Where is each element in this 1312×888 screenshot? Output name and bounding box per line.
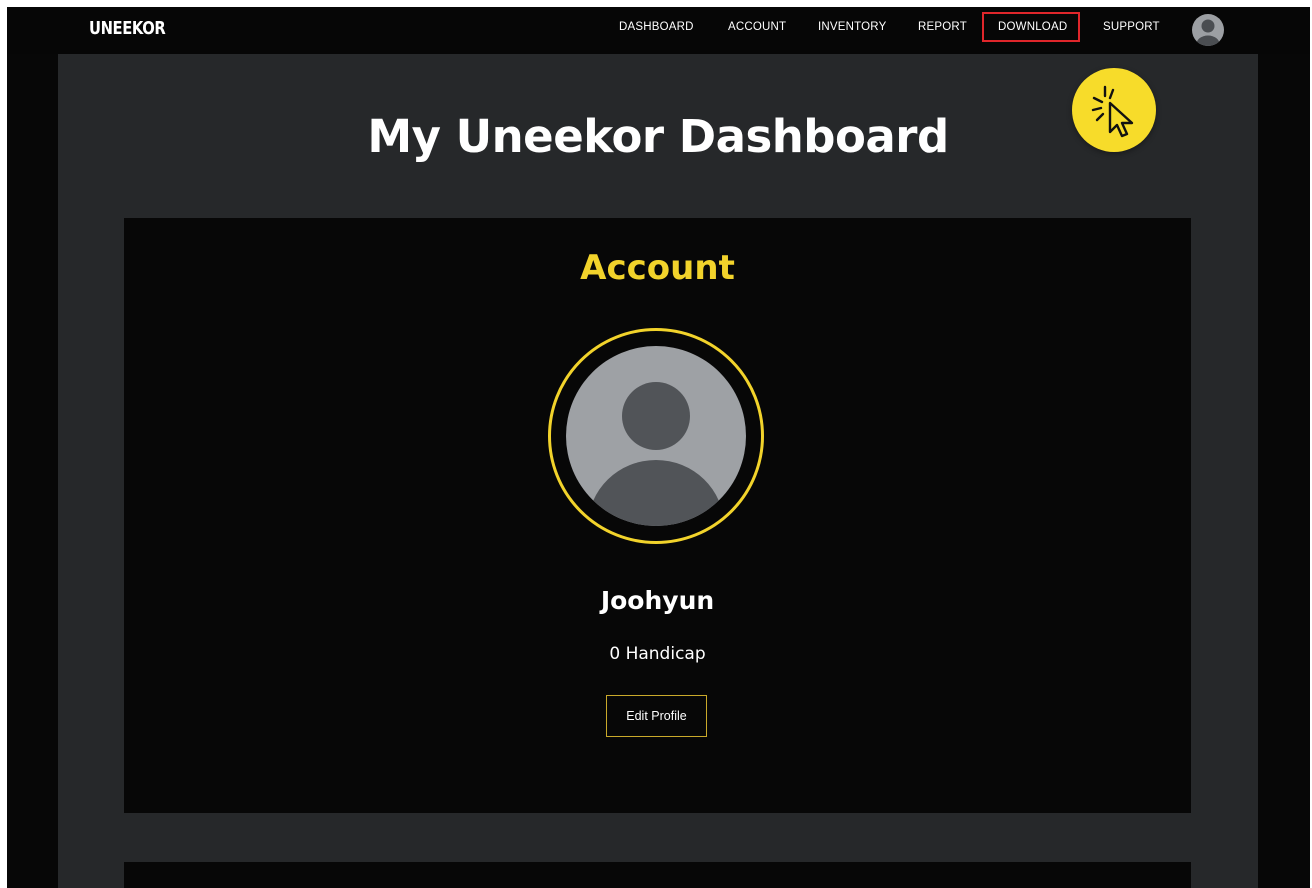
account-heading: Account [580, 248, 735, 288]
user-avatar-icon[interactable] [1192, 14, 1224, 46]
profile-silhouette-icon [588, 382, 724, 526]
cursor-click-icon [1091, 85, 1134, 138]
top-navigation-bar: UNEEKOR DASHBOARD ACCOUNT INVENTORY REPO… [7, 7, 1310, 54]
user-handicap: 0 Handicap [609, 644, 706, 664]
app-window: UNEEKOR DASHBOARD ACCOUNT INVENTORY REPO… [7, 7, 1310, 888]
profile-avatar-icon [566, 346, 746, 526]
nav-account[interactable]: ACCOUNT [728, 21, 786, 33]
user-silhouette-icon [1196, 19, 1220, 46]
user-name: Joohyun [600, 586, 715, 615]
nav-report[interactable]: REPORT [918, 21, 967, 33]
brand-logo[interactable]: UNEEKOR [89, 18, 166, 39]
download-highlight-box [982, 12, 1080, 42]
nav-dashboard[interactable]: DASHBOARD [619, 21, 694, 33]
account-card: Account Joohyun 0 Handicap Edit Profile [124, 218, 1191, 813]
nav-inventory[interactable]: INVENTORY [818, 21, 886, 33]
profile-avatar-ring [548, 328, 764, 544]
click-indicator-badge [1072, 68, 1156, 152]
next-section-card [124, 862, 1191, 888]
nav-support[interactable]: SUPPORT [1103, 21, 1160, 33]
dashboard-panel: My Uneekor Dashboard Account Joohyun 0 H… [58, 54, 1258, 888]
edit-profile-button[interactable]: Edit Profile [606, 695, 707, 737]
